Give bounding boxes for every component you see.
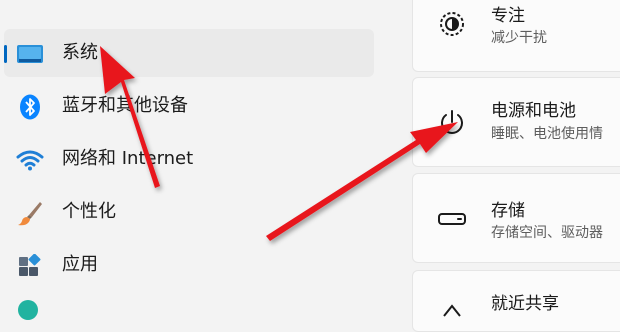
accounts-icon: [18, 300, 38, 320]
display-icon: [16, 41, 44, 67]
power-icon: [437, 107, 467, 137]
sidebar-item-network[interactable]: 网络和 Internet: [4, 135, 374, 183]
storage-icon: [437, 204, 467, 234]
selection-indicator: [4, 45, 7, 63]
settings-panel: 专注 减少干扰 电源和电池 睡眠、电池使用情 存储 存储空间、驱动器 就近共享: [412, 0, 620, 332]
wifi-icon: [16, 147, 44, 173]
sidebar-item-label: 蓝牙和其他设备: [62, 95, 188, 116]
sidebar-item-label: 应用: [62, 254, 98, 275]
card-subtitle: 减少干扰: [491, 30, 547, 46]
card-focus[interactable]: 专注 减少干扰: [412, 0, 620, 72]
bluetooth-icon: [16, 94, 44, 120]
sidebar-item-system[interactable]: 系统: [4, 29, 374, 77]
card-storage[interactable]: 存储 存储空间、驱动器: [412, 173, 620, 263]
nearby-share-icon: [437, 295, 467, 325]
card-nearby-share[interactable]: 就近共享: [412, 270, 620, 332]
sidebar: 系统 蓝牙和其他设备 网络和 Internet 个性化 应用: [0, 0, 390, 320]
card-title: 就近共享: [491, 294, 559, 314]
sidebar-item-label: 个性化: [62, 201, 116, 222]
card-subtitle: 存储空间、驱动器: [491, 225, 603, 241]
sidebar-item-label: 网络和 Internet: [62, 148, 194, 169]
card-title: 专注: [491, 6, 525, 26]
apps-icon: [16, 253, 44, 279]
card-title: 电源和电池: [491, 101, 576, 121]
sidebar-item-apps[interactable]: 应用: [4, 241, 374, 289]
card-power-battery[interactable]: 电源和电池 睡眠、电池使用情: [412, 77, 620, 167]
focus-icon: [437, 9, 467, 39]
sidebar-item-personalization[interactable]: 个性化: [4, 188, 374, 236]
card-subtitle: 睡眠、电池使用情: [491, 126, 603, 142]
paintbrush-icon: [16, 200, 44, 226]
card-title: 存储: [491, 201, 525, 221]
sidebar-item-label: 系统: [62, 42, 98, 63]
sidebar-item-bluetooth[interactable]: 蓝牙和其他设备: [4, 82, 374, 130]
